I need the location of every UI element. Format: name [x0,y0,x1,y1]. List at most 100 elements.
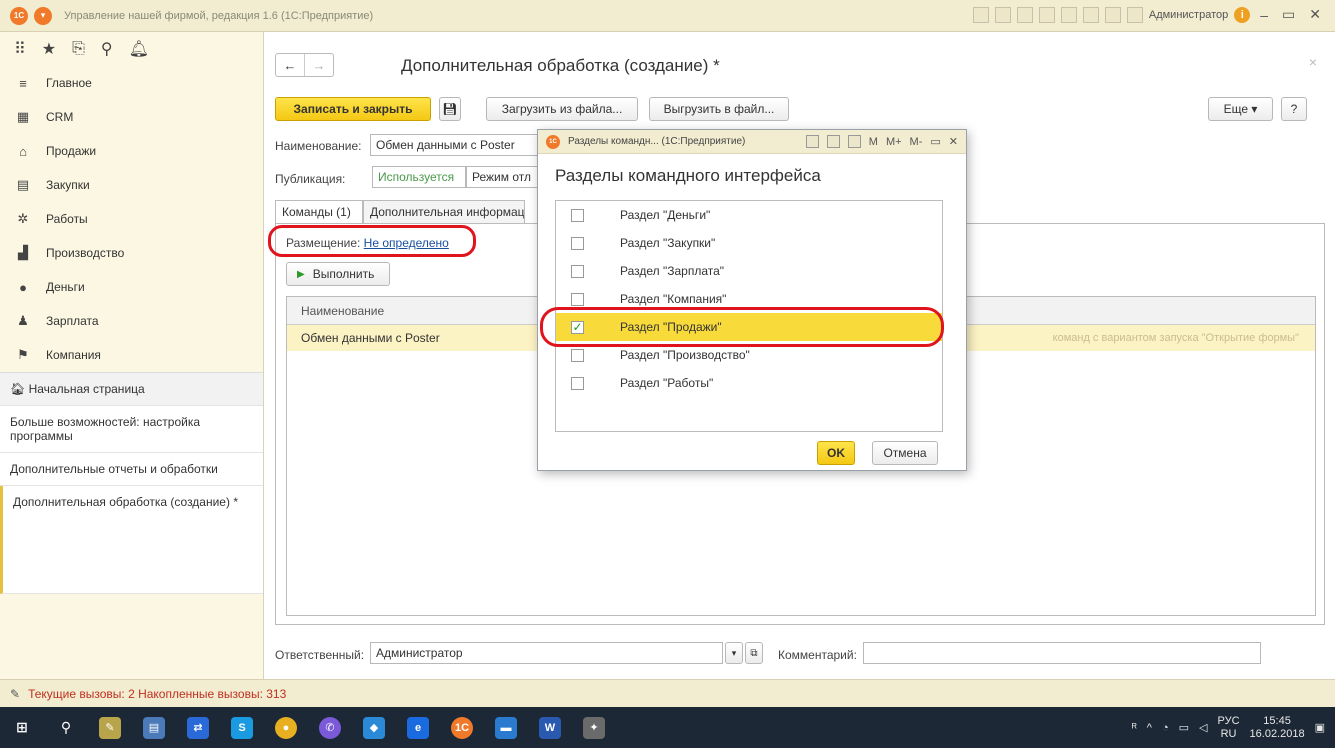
forward-arrow-icon[interactable]: → [304,54,333,76]
taskbar-app[interactable]: W [528,707,572,748]
dialog-heading: Разделы командного интерфейса [555,166,821,185]
taskbar-app[interactable]: ✆ [308,707,352,748]
name-label: Наименование: [275,139,362,153]
checkbox[interactable] [571,348,584,362]
sidebar-item-company[interactable]: ⚑ Компания [0,338,263,372]
sidebar-link-current-form[interactable]: Дополнительная обработка (создание) * [0,486,263,594]
network-icon[interactable]: ◔ [1162,722,1169,734]
more-button[interactable]: Еще ▾ [1208,97,1273,121]
comment-field[interactable] [863,642,1261,664]
maximize-button[interactable]: ▭ [1278,6,1299,23]
sidebar-item-production[interactable]: ▟ Производство [0,236,263,270]
save-close-button[interactable]: Записать и закрыть [275,97,431,121]
publication-label: Публикация: [275,172,346,186]
save-icon[interactable]: 💾︎ [439,97,461,121]
taskbar-app[interactable]: ⇄ [176,707,220,748]
cancel-button[interactable]: Отмена [872,441,938,465]
start-button[interactable]: ⊞ [0,707,44,748]
name-field[interactable]: Обмен данными с Poster [370,134,540,156]
help-button[interactable]: ? [1281,97,1307,121]
memory-plus-button[interactable]: M+ [886,136,902,148]
memory-m-button[interactable]: M [869,136,878,148]
export-to-file-button[interactable]: Выгрузить в файл... [649,97,789,121]
responsible-label: Ответственный: [275,648,365,662]
language-indicator[interactable]: РУС RU [1218,715,1240,741]
notifications-icon[interactable]: ▣ [1315,721,1325,734]
toolbar-icon[interactable] [972,6,989,23]
list-item[interactable]: Раздел "Работы" [556,369,942,397]
taskbar-app[interactable]: ▬ [484,707,528,748]
search-taskbar-button[interactable]: ⚲ [44,707,88,748]
maximize-icon[interactable]: ▭ [930,135,940,148]
main-menu-icon[interactable]: ▾ [34,6,52,25]
taskbar-app[interactable]: ◆ [352,707,396,748]
list-item[interactable]: Раздел "Деньги" [556,201,942,229]
checkbox[interactable] [571,236,584,250]
checkbox[interactable] [571,292,584,306]
people-icon[interactable]: ᴿ [1132,722,1137,734]
close-icon[interactable]: ✕ [949,135,958,148]
grid-menu-icon[interactable]: ⠿ [14,39,26,59]
sidebar-item-works[interactable]: ✲ Работы [0,202,263,236]
open-link-icon[interactable]: ⧉ [745,642,763,664]
tab-commands[interactable]: Команды (1) [275,200,363,224]
publication-mode-toggle[interactable]: Режим отл [466,166,540,188]
ok-button[interactable]: OK [817,441,855,465]
sidebar-item-main[interactable]: ≡ Главное [0,66,263,100]
taskbar-app[interactable]: ● [264,707,308,748]
favorites-icon[interactable]: ★ [42,39,56,59]
dropdown-arrow-icon[interactable]: ▾ [725,642,743,664]
list-item[interactable]: Раздел "Зарплата" [556,257,942,285]
sidebar-item-purchases[interactable]: ▤ Закупки [0,168,263,202]
checkbox[interactable] [571,376,584,390]
volume-icon[interactable]: ◁ [1199,721,1207,734]
zoom-icon[interactable] [1104,6,1121,23]
toolbar-icon[interactable] [1016,6,1033,23]
list-item[interactable]: Раздел "Закупки" [556,229,942,257]
battery-icon[interactable]: ▭ [1179,721,1189,734]
taskbar-app-active[interactable]: 1С [440,707,484,748]
sidebar-item-crm[interactable]: ▦ CRM [0,100,263,134]
publication-used-toggle[interactable]: Используется [372,166,466,188]
sidebar-link-more-options[interactable]: Больше возможностей: настройка программы [0,406,263,453]
chevron-up-icon[interactable]: ^ [1147,722,1152,734]
save-icon[interactable] [805,135,819,148]
bell-icon[interactable]: 🔔︎ [129,39,149,59]
tools-icon: ✲ [17,211,29,226]
tab-additional-info[interactable]: Дополнительная информация [363,200,525,224]
sidebar-item-money[interactable]: ● Деньги [0,270,263,304]
sidebar-link-reports[interactable]: Дополнительные отчеты и обработки [0,453,263,486]
panel-icon[interactable] [1126,6,1143,23]
close-window-button[interactable]: ✕ [1305,6,1325,23]
toolbar-icon[interactable] [1038,6,1055,23]
current-user[interactable]: Администратор [1149,9,1228,21]
taskbar-app[interactable]: S [220,707,264,748]
taskbar-app[interactable]: e [396,707,440,748]
info-icon[interactable]: i [1234,6,1251,23]
back-arrow-icon[interactable]: ← [276,54,304,76]
calendar-icon[interactable] [1060,6,1077,23]
history-icon[interactable]: ⎘ [72,40,85,58]
close-form-icon[interactable]: × [1309,54,1317,70]
clock[interactable]: 15:45 16.02.2018 [1250,715,1305,741]
minimize-button[interactable]: – [1256,7,1272,23]
sidebar-home-link[interactable]: 🏠︎ Начальная страница [0,373,263,406]
sections-dialog: 1С Разделы командн... (1С:Предприятие) M… [537,129,967,471]
responsible-field[interactable]: Администратор [370,642,723,664]
search-icon[interactable]: ⚲ [101,39,113,59]
calendar-icon[interactable] [847,135,861,148]
taskbar-app[interactable]: ✦ [572,707,616,748]
status-icon: ✎ [10,686,21,701]
sidebar-item-sales[interactable]: ⌂ Продажи [0,134,263,168]
taskbar-app[interactable]: ▤ [132,707,176,748]
load-from-file-button[interactable]: Загрузить из файла... [486,97,638,121]
run-button[interactable]: ▶ Выполнить [286,262,390,286]
sidebar-item-salary[interactable]: ♟ Зарплата [0,304,263,338]
calendar-icon[interactable] [826,135,840,148]
checkbox[interactable] [571,208,584,222]
taskbar-app[interactable]: ✎ [88,707,132,748]
checkbox[interactable] [571,264,584,278]
memory-minus-button[interactable]: M- [910,136,923,148]
calendar-icon[interactable] [1082,6,1099,23]
toolbar-icon[interactable] [994,6,1011,23]
